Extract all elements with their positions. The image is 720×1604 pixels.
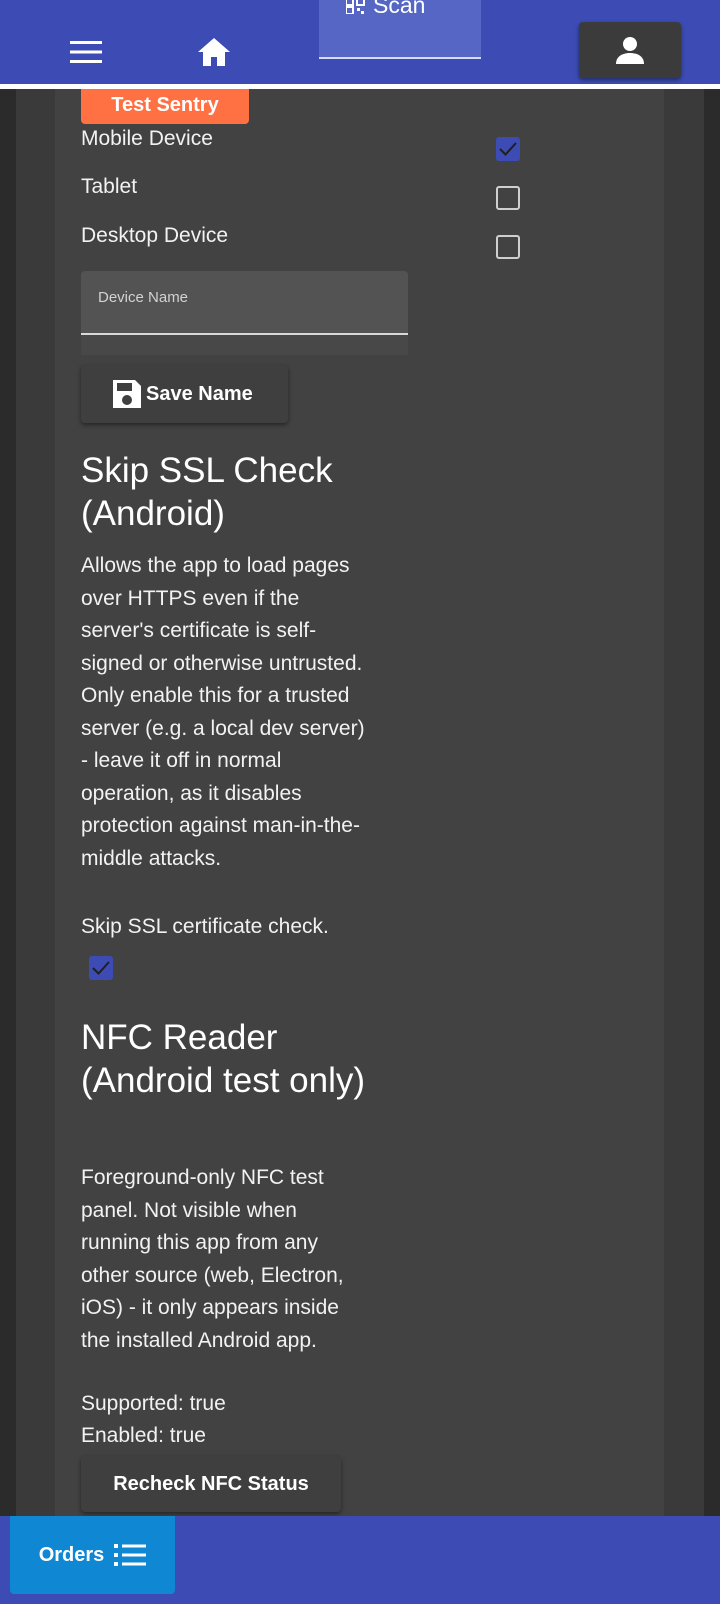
checkmark-icon — [499, 142, 517, 156]
mobile-device-label: Mobile Device — [81, 127, 213, 150]
test-sentry-button[interactable]: Test Sentry — [81, 89, 249, 124]
device-name-label: Device Name — [98, 289, 189, 306]
top-app-bar: Scan — [0, 0, 720, 86]
tab-scan[interactable]: Scan — [319, 0, 481, 59]
ssl-heading: Skip SSL Check (Android) — [81, 451, 333, 533]
menu-button[interactable] — [62, 30, 110, 74]
nfc-enabled-status: Enabled: true — [81, 1424, 206, 1447]
test-sentry-label: Test Sentry — [111, 94, 219, 116]
orders-label: Orders — [38, 1543, 105, 1566]
tab-scan-label: Scan — [373, 0, 426, 18]
tablet-checkbox[interactable] — [496, 186, 520, 210]
device-name-field[interactable]: Device Name — [81, 271, 408, 355]
orders-button[interactable]: Orders — [10, 1516, 175, 1594]
qr-code-icon — [346, 0, 365, 14]
recheck-nfc-label: Recheck NFC Status — [113, 1472, 309, 1495]
tablet-label: Tablet — [81, 175, 138, 198]
ssl-checkbox-label: Skip SSL certificate check. — [81, 915, 329, 938]
ssl-description: Allows the app to load pages over HTTPS … — [81, 554, 365, 870]
top-app-bar-divider — [0, 84, 720, 89]
account-button[interactable] — [579, 22, 681, 78]
person-icon — [616, 37, 644, 64]
mobile-device-checkbox[interactable] — [496, 137, 520, 161]
nfc-description: Foreground-only NFC test panel. Not visi… — [81, 1166, 344, 1352]
checkmark-icon — [92, 961, 110, 975]
save-name-button[interactable]: Save Name — [81, 365, 288, 423]
recheck-nfc-button[interactable]: Recheck NFC Status — [81, 1456, 341, 1512]
nfc-supported-status: Supported: true — [81, 1392, 226, 1415]
device-name-helper-area — [81, 335, 408, 355]
device-name-input[interactable] — [98, 311, 388, 331]
home-button[interactable] — [190, 28, 238, 76]
nfc-heading: NFC Reader (Android test only) — [81, 1018, 366, 1100]
desktop-device-label: Desktop Device — [81, 224, 229, 247]
skip-ssl-checkbox[interactable] — [89, 956, 113, 980]
home-icon — [198, 38, 230, 66]
menu-icon — [70, 41, 102, 63]
list-icon — [114, 1544, 147, 1566]
desktop-device-checkbox[interactable] — [496, 235, 520, 259]
save-name-label: Save Name — [146, 382, 253, 405]
floppy-disk-icon — [113, 380, 141, 408]
